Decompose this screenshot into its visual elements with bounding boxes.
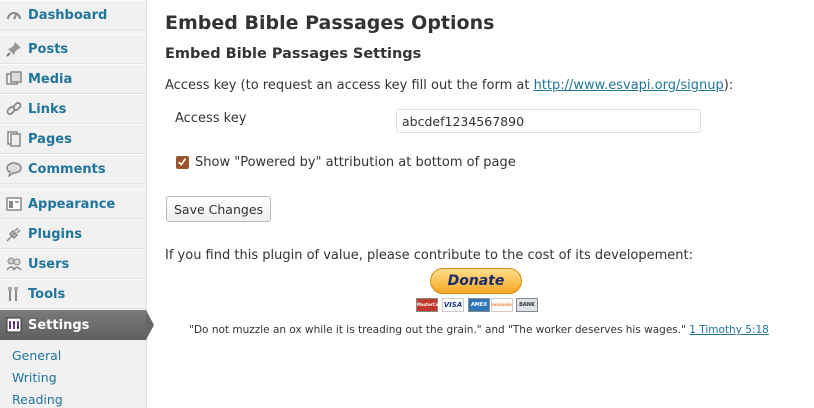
sidebar-item-users[interactable]: Users <box>0 249 146 279</box>
signup-link[interactable]: http://www.esvapi.org/signup <box>534 78 724 93</box>
mastercard-icon: MasterCard <box>416 298 443 312</box>
submenu-item-reading[interactable]: Reading <box>12 392 63 407</box>
sidebar-item-label: Settings <box>28 317 90 333</box>
sidebar-item-label: Links <box>28 101 67 117</box>
sidebar-item-label: Comments <box>28 161 106 177</box>
sidebar-item-comments[interactable]: Comments <box>0 154 146 184</box>
sidebar-item-links[interactable]: Links <box>0 94 146 124</box>
submenu-item-writing[interactable]: Writing <box>12 370 57 385</box>
visa-icon: VISA <box>442 298 464 312</box>
dashboard-icon <box>6 7 22 23</box>
link-icon <box>6 101 22 117</box>
sidebar-item-label: Dashboard <box>28 7 108 23</box>
sidebar-item-dashboard[interactable]: Dashboard <box>0 0 146 30</box>
sidebar-item-label: Media <box>28 71 73 87</box>
sidebar-item-label: Pages <box>28 131 72 147</box>
pushpin-icon <box>6 41 22 57</box>
access-intro-suffix: ): <box>723 78 734 93</box>
powered-by-row: Show "Powered by" attribution at bottom … <box>176 155 516 170</box>
sidebar-item-tools[interactable]: Tools <box>0 279 146 309</box>
quote-text: "Do not muzzle an ox while it is treadin… <box>189 324 686 336</box>
users-icon <box>6 256 22 272</box>
access-key-intro: Access key (to request an access key fil… <box>165 78 733 93</box>
media-icon <box>6 71 22 87</box>
sidebar-item-appearance[interactable]: Appearance <box>0 189 146 219</box>
sidebar-item-label: Posts <box>28 41 69 57</box>
tools-icon <box>6 286 22 302</box>
contribute-text: If you find this plugin of value, please… <box>165 248 694 263</box>
sidebar-item-label: Tools <box>28 286 66 302</box>
access-key-label: Access key <box>175 111 247 126</box>
submenu-item-general[interactable]: General <box>12 348 61 363</box>
sidebar-item-media[interactable]: Media <box>0 64 146 94</box>
scripture-quote: "Do not muzzle an ox while it is treadin… <box>165 324 793 336</box>
donate-button[interactable]: Donate <box>430 268 522 294</box>
sidebar-item-settings[interactable]: Settings <box>0 310 154 340</box>
sidebar-item-label: Users <box>28 256 70 272</box>
current-menu-arrow <box>146 310 154 340</box>
plug-icon <box>6 226 22 242</box>
section-title: Embed Bible Passages Settings <box>165 46 422 62</box>
sidebar-item-plugins[interactable]: Plugins <box>0 219 146 249</box>
sidebar-item-posts[interactable]: Posts <box>0 34 146 64</box>
access-key-input[interactable] <box>396 109 701 133</box>
access-intro-text: Access key (to request an access key fil… <box>165 78 534 93</box>
menu-separator <box>0 184 146 188</box>
sidebar-item-label: Appearance <box>28 196 116 212</box>
settings-icon <box>6 317 22 333</box>
pages-icon <box>6 131 22 147</box>
sidebar-item-pages[interactable]: Pages <box>0 124 146 154</box>
powered-by-label: Show "Powered by" attribution at bottom … <box>195 155 516 170</box>
sidebar-item-label: Plugins <box>28 226 82 242</box>
comment-bubble-icon <box>6 161 22 177</box>
save-changes-button[interactable]: Save Changes <box>166 196 272 222</box>
scripture-reference-link[interactable]: 1 Timothy 5:18 <box>689 324 769 336</box>
powered-by-checkbox[interactable] <box>176 156 189 169</box>
discover-icon: DISCOVER <box>491 298 513 312</box>
page-title: Embed Bible Passages Options <box>165 12 495 34</box>
admin-sidebar: Dashboard Posts Media Links Pages Commen… <box>0 0 154 408</box>
bank-icon: BANK <box>516 298 538 312</box>
amex-icon: AMEX <box>468 298 490 312</box>
appearance-icon <box>6 196 22 212</box>
